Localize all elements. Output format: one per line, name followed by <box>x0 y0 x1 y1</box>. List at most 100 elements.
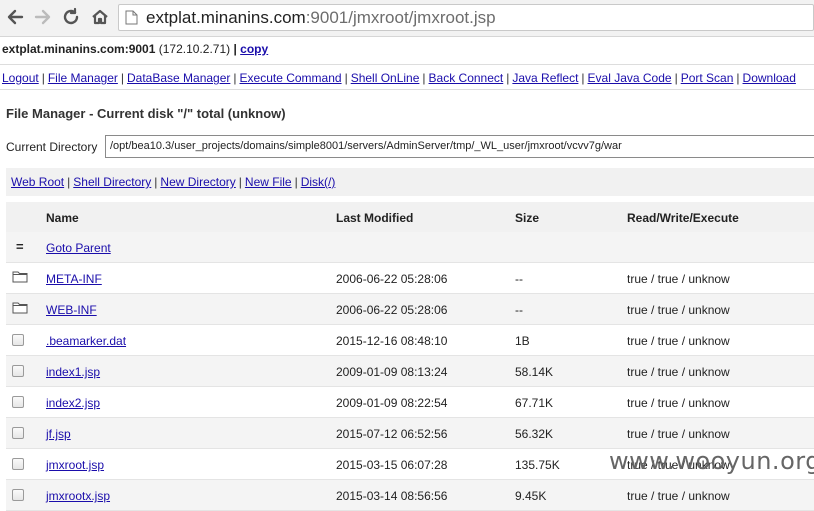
menu-item-download[interactable]: Download <box>743 71 796 85</box>
table-header: Name Last Modified Size Read/Write/Execu… <box>6 202 814 232</box>
file-checkbox[interactable] <box>12 458 24 473</box>
menu-separator: | <box>41 71 45 85</box>
file-name-link[interactable]: jmxrootx.jsp <box>46 489 110 503</box>
file-checkbox[interactable] <box>12 489 24 504</box>
table-row: WEB-INF 2006-06-22 05:28:06 -- true / true … <box>6 294 814 325</box>
table-row: META-INF 2006-06-22 05:28:06 -- true / true… <box>6 263 814 294</box>
link-disk[interactable]: Disk(/) <box>301 175 336 189</box>
back-arrow-icon[interactable] <box>4 6 26 28</box>
file-size: 67.71K <box>515 396 554 410</box>
file-modified: 2015-12-16 08:48:10 <box>336 334 448 348</box>
table-row: index1.jsp 2009-01-09 08:13:24 58.14K true … <box>6 356 814 387</box>
file-checkbox[interactable] <box>12 365 24 380</box>
file-permissions: true / true / unknow <box>627 427 730 441</box>
file-size: -- <box>515 272 523 286</box>
file-checkbox[interactable] <box>12 396 24 411</box>
file-modified: 2015-03-15 06:07:28 <box>336 458 448 472</box>
menu-separator: | <box>581 71 585 85</box>
menu-item-execute-command[interactable]: Execute Command <box>240 71 342 85</box>
page-title: File Manager - Current disk "/" total (u… <box>6 106 286 121</box>
host-line: extplat.minanins.com:9001 (172.10.2.71) … <box>2 42 268 56</box>
directory-links-bar: Web Root | Shell Directory | New Directory | N… <box>6 168 814 196</box>
file-size: -- <box>515 303 523 317</box>
header-rwx: Read/Write/Execute <box>627 211 739 225</box>
menu-separator: | <box>233 71 237 85</box>
file-name-link[interactable]: index1.jsp <box>46 365 100 379</box>
file-name-link[interactable]: jmxroot.jsp <box>46 458 104 472</box>
main-menu: Logout | File Manager | DataBase Manager | Exe… <box>0 64 814 90</box>
link-web-root[interactable]: Web Root <box>11 175 64 189</box>
menu-item-eval-java-code[interactable]: Eval Java Code <box>588 71 672 85</box>
file-permissions: true / true / unknow <box>627 396 730 410</box>
menu-item-java-reflect[interactable]: Java Reflect <box>512 71 578 85</box>
link-separator: | <box>294 175 298 189</box>
file-name-link[interactable]: .beamarker.dat <box>46 334 126 348</box>
watermark: www.wooyun.org <box>609 447 814 475</box>
file-modified: 2006-06-22 05:28:06 <box>336 303 448 317</box>
url-host: extplat.minanins.com <box>146 8 306 27</box>
menu-separator: | <box>736 71 740 85</box>
file-size: 135.75K <box>515 458 560 472</box>
file-modified: 2009-01-09 08:13:24 <box>336 365 448 379</box>
folder-icon <box>12 301 28 317</box>
menu-separator: | <box>506 71 510 85</box>
file-name-link[interactable]: jf.jsp <box>46 427 71 441</box>
file-checkbox[interactable] <box>12 334 24 349</box>
file-modified: 2009-01-09 08:22:54 <box>336 396 448 410</box>
menu-item-port-scan[interactable]: Port Scan <box>681 71 734 85</box>
table-row: index2.jsp 2009-01-09 08:22:54 67.71K true … <box>6 387 814 418</box>
host-name: extplat.minanins.com:9001 <box>2 42 156 56</box>
link-new-directory[interactable]: New Directory <box>160 175 235 189</box>
forward-arrow-icon[interactable] <box>32 6 54 28</box>
file-checkbox[interactable] <box>12 427 24 442</box>
link-shell-directory[interactable]: Shell Directory <box>73 175 151 189</box>
link-separator: | <box>67 175 71 189</box>
page-icon <box>125 10 138 25</box>
file-permissions: true / true / unknow <box>627 272 730 286</box>
link-new-file[interactable]: New File <box>245 175 292 189</box>
menu-item-shell-online[interactable]: Shell OnLine <box>351 71 420 85</box>
menu-item-logout[interactable]: Logout <box>2 71 39 85</box>
file-size: 56.32K <box>515 427 554 441</box>
url-path: :9001/jmxroot/jmxroot.jsp <box>305 8 496 27</box>
menu-separator: | <box>422 71 426 85</box>
menu-separator: | <box>344 71 348 85</box>
file-permissions: true / true / unknow <box>627 303 730 317</box>
table-row: jf.jsp 2015-07-12 06:52:56 56.32K true / tr… <box>6 418 814 449</box>
header-modified: Last Modified <box>336 211 414 225</box>
menu-separator: | <box>120 71 124 85</box>
goto-parent-row: = Goto Parent <box>6 232 814 263</box>
file-name-link[interactable]: WEB-INF <box>46 303 97 317</box>
file-modified: 2015-07-12 06:52:56 <box>336 427 448 441</box>
file-modified: 2006-06-22 05:28:06 <box>336 272 448 286</box>
file-modified: 2015-03-14 08:56:56 <box>336 489 448 503</box>
folder-icon <box>12 270 28 286</box>
menu-item-back-connect[interactable]: Back Connect <box>429 71 504 85</box>
url-text: extplat.minanins.com:9001/jmxroot/jmxroo… <box>146 8 496 28</box>
table-row: jmxrootx.jsp 2015-03-14 08:56:56 9.45K true… <box>6 480 814 511</box>
file-size: 9.45K <box>515 489 547 503</box>
header-name: Name <box>46 211 79 225</box>
menu-item-file-manager[interactable]: File Manager <box>48 71 118 85</box>
file-permissions: true / true / unknow <box>627 365 730 379</box>
browser-toolbar: extplat.minanins.com:9001/jmxroot/jmxroo… <box>0 0 814 37</box>
header-size: Size <box>515 211 540 225</box>
parent-icon: = <box>16 239 24 254</box>
link-separator: | <box>238 175 242 189</box>
host-ip: (172.10.2.71) <box>158 42 231 56</box>
file-permissions: true / true / unknow <box>627 489 730 503</box>
file-name-link[interactable]: index2.jsp <box>46 396 100 410</box>
menu-item-database-manager[interactable]: DataBase Manager <box>127 71 230 85</box>
reload-icon[interactable] <box>60 6 82 28</box>
file-size: 58.14K <box>515 365 554 379</box>
current-directory-input[interactable]: /opt/bea10.3/user_projects/domains/simpl… <box>105 135 814 158</box>
goto-parent-link[interactable]: Goto Parent <box>46 241 111 255</box>
copy-link[interactable]: copy <box>240 42 268 56</box>
file-size: 1B <box>515 334 530 348</box>
table-row: .beamarker.dat 2015-12-16 08:48:10 1B true … <box>6 325 814 356</box>
home-icon[interactable] <box>89 6 111 28</box>
file-name-link[interactable]: META-INF <box>46 272 102 286</box>
file-permissions: true / true / unknow <box>627 334 730 348</box>
menu-separator: | <box>674 71 678 85</box>
address-bar[interactable]: extplat.minanins.com:9001/jmxroot/jmxroo… <box>118 4 814 31</box>
